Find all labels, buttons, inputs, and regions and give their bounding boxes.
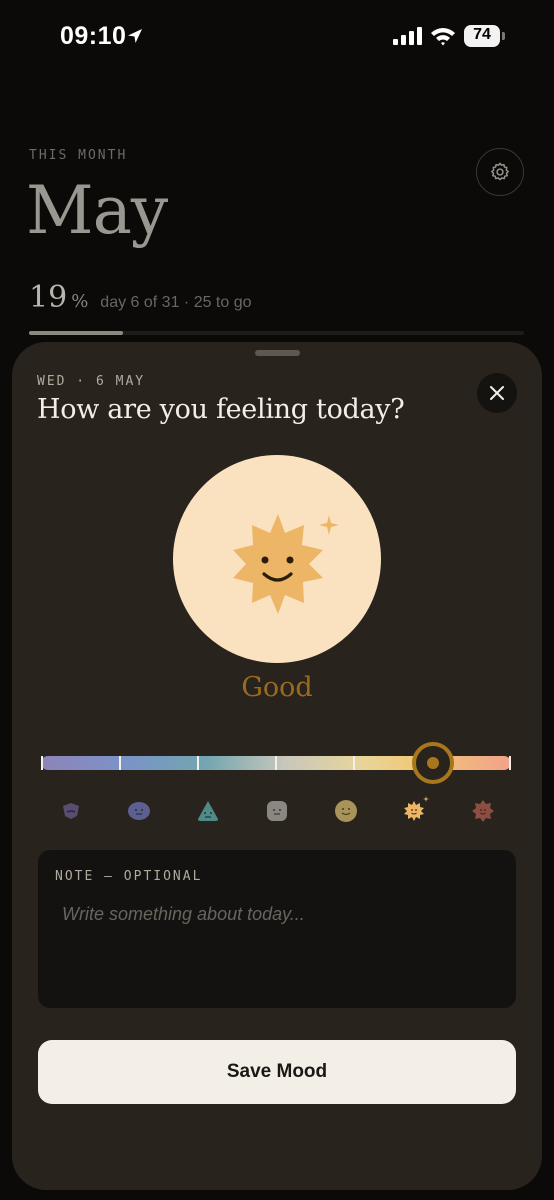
note-card: NOTE — OPTIONAL: [38, 850, 516, 1008]
mood-good-icon[interactable]: [402, 799, 426, 823]
mood-okay-icon[interactable]: [265, 799, 289, 823]
battery-level: 74: [473, 26, 491, 43]
month-progress-bar: [29, 331, 524, 335]
sparkle-icon: [423, 796, 429, 802]
mood-sheet: WED · 6 MAY How are you feeling today? G…: [12, 342, 542, 1190]
slider-tick: [353, 756, 355, 770]
mood-fine-icon[interactable]: [334, 799, 358, 823]
location-arrow-icon: [126, 27, 144, 50]
mood-meh-icon[interactable]: [196, 799, 220, 823]
close-icon: [490, 386, 504, 400]
section-label: THIS MONTH: [29, 148, 128, 163]
note-label: NOTE — OPTIONAL: [55, 869, 203, 884]
slider-thumb-dot: [427, 757, 439, 769]
sheet-date: WED · 6 MAY: [37, 374, 146, 389]
gear-icon: [491, 162, 509, 181]
sheet-question: How are you feeling today?: [37, 394, 405, 425]
month-progress-fill: [29, 331, 123, 335]
sun-face-icon: [233, 514, 339, 614]
battery-icon: 74: [464, 25, 506, 47]
close-button[interactable]: [477, 373, 517, 413]
mood-great-icon[interactable]: [471, 799, 495, 823]
progress-percent-unit: %: [71, 291, 89, 312]
sheet-handle[interactable]: [255, 350, 300, 356]
cellular-signal-icon: [393, 27, 423, 50]
note-input[interactable]: [52, 898, 502, 988]
mood-awful-icon[interactable]: [59, 799, 83, 823]
slider-tick: [275, 756, 277, 770]
settings-button[interactable]: [476, 148, 524, 196]
slider-tick: [197, 756, 199, 770]
slider-tick: [119, 756, 121, 770]
slider-tick: [41, 756, 43, 770]
mood-slider-thumb[interactable]: [412, 742, 454, 784]
progress-percent: 19: [29, 280, 68, 315]
month-progress-summary: 19 % day 6 of 31 · 25 to go: [29, 280, 252, 315]
month-title: May: [26, 172, 168, 249]
status-time: 09:10: [60, 22, 127, 50]
status-bar: 09:10 74: [0, 0, 554, 80]
mood-bad-icon[interactable]: [127, 799, 151, 823]
selected-mood-display: [173, 455, 381, 663]
progress-text: day 6 of 31 · 25 to go: [100, 294, 252, 311]
save-mood-button[interactable]: Save Mood: [38, 1040, 516, 1104]
selected-mood-label: Good: [241, 672, 313, 703]
slider-tick: [509, 756, 511, 770]
wifi-icon: [430, 26, 456, 51]
